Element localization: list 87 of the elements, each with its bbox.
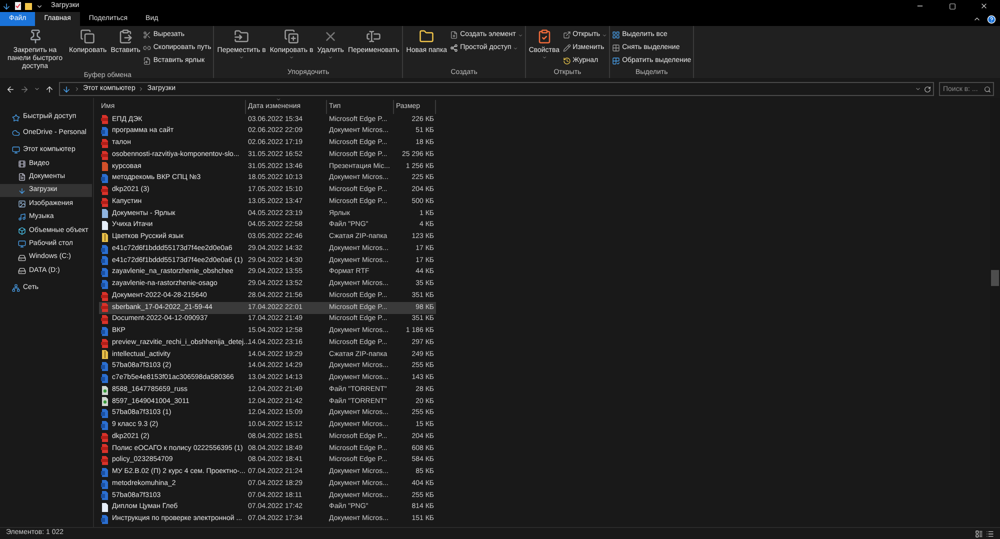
presentation-file-icon — [101, 162, 109, 172]
folder-icon — [419, 29, 434, 44]
zip-folder-icon — [101, 232, 109, 242]
pdf-file-icon — [101, 303, 109, 312]
word-file-icon — [101, 326, 109, 336]
pdf-file-icon — [101, 198, 109, 207]
recent-locations-icon[interactable] — [34, 86, 40, 92]
history-icon — [562, 57, 571, 65]
customize-caret-icon[interactable] — [36, 2, 43, 10]
restore-icon — [948, 2, 956, 10]
pdf-file-icon — [101, 138, 109, 148]
pdf-file-icon — [101, 292, 109, 301]
download-icon — [18, 186, 26, 195]
grid-icon — [612, 44, 620, 52]
word-file-icon — [101, 244, 109, 254]
pdf-file-icon — [101, 444, 109, 454]
refresh-icon[interactable] — [924, 86, 931, 92]
word-file-icon — [101, 256, 109, 266]
computer-icon — [12, 146, 20, 154]
forward-icon[interactable] — [20, 84, 29, 94]
document-icon — [18, 173, 26, 182]
torrent-file-icon — [101, 397, 109, 406]
details-view-icon[interactable] — [975, 530, 983, 538]
image-file-icon — [101, 221, 109, 230]
share-icon — [450, 44, 458, 52]
pdf-file-icon — [101, 456, 109, 466]
back-icon[interactable] — [6, 84, 15, 94]
word-file-icon — [101, 268, 109, 278]
pdf-file-icon — [101, 338, 109, 348]
copy-icon — [80, 29, 96, 44]
torrent-file-icon — [101, 386, 109, 395]
download-icon — [62, 84, 71, 94]
help-icon[interactable] — [987, 14, 996, 24]
pdf-file-icon — [101, 115, 109, 124]
close-icon — [980, 2, 988, 10]
word-file-icon — [101, 480, 109, 489]
link-icon — [143, 44, 152, 52]
cloud-icon — [12, 129, 20, 138]
search-icon — [984, 86, 991, 92]
folder-icon[interactable] — [25, 2, 32, 10]
open-icon — [562, 31, 571, 39]
new-file-icon — [450, 31, 458, 39]
download-icon[interactable] — [2, 2, 11, 10]
shortcut-icon — [143, 57, 152, 65]
word-file-icon — [101, 127, 109, 136]
pdf-file-icon — [101, 432, 109, 442]
rename-icon — [366, 29, 382, 44]
word-file-icon — [101, 280, 109, 289]
pdf-file-icon — [101, 150, 109, 160]
scissors-icon — [143, 31, 152, 39]
collapse-ribbon-icon[interactable] — [973, 15, 981, 23]
word-file-icon — [101, 420, 109, 430]
properties-icon[interactable] — [15, 2, 21, 10]
network-icon — [12, 284, 20, 292]
film-icon — [18, 160, 26, 168]
pin-icon — [28, 29, 42, 44]
pdf-file-icon — [101, 315, 109, 324]
chevron-icon — [74, 86, 80, 92]
grid-icon — [612, 57, 620, 65]
word-file-icon — [101, 514, 109, 524]
word-file-icon — [101, 174, 109, 184]
move-icon — [234, 29, 250, 44]
word-file-icon — [101, 409, 109, 418]
star-icon — [12, 114, 20, 122]
dropdown-icon[interactable] — [915, 86, 921, 92]
word-file-icon — [101, 468, 109, 477]
music-icon — [18, 213, 26, 222]
cube-icon — [18, 226, 26, 235]
pdf-file-icon — [101, 186, 109, 195]
shortcut-file-icon — [101, 209, 109, 218]
word-file-icon — [101, 374, 109, 383]
word-file-icon — [101, 491, 109, 500]
word-file-icon — [101, 362, 109, 372]
image-file-icon — [101, 503, 109, 512]
drive-icon — [18, 266, 26, 275]
desktop-icon — [18, 240, 26, 248]
up-icon[interactable] — [45, 84, 54, 94]
properties-icon — [536, 29, 552, 44]
copy-icon — [284, 29, 300, 44]
list-view-icon[interactable] — [986, 530, 994, 538]
grid-icon — [612, 31, 620, 39]
zip-folder-icon — [101, 350, 109, 360]
chevron-icon — [138, 86, 144, 92]
clipboard-icon — [118, 29, 134, 44]
image-icon — [18, 200, 26, 208]
drive-icon — [18, 254, 26, 262]
pencil-icon — [562, 44, 571, 52]
